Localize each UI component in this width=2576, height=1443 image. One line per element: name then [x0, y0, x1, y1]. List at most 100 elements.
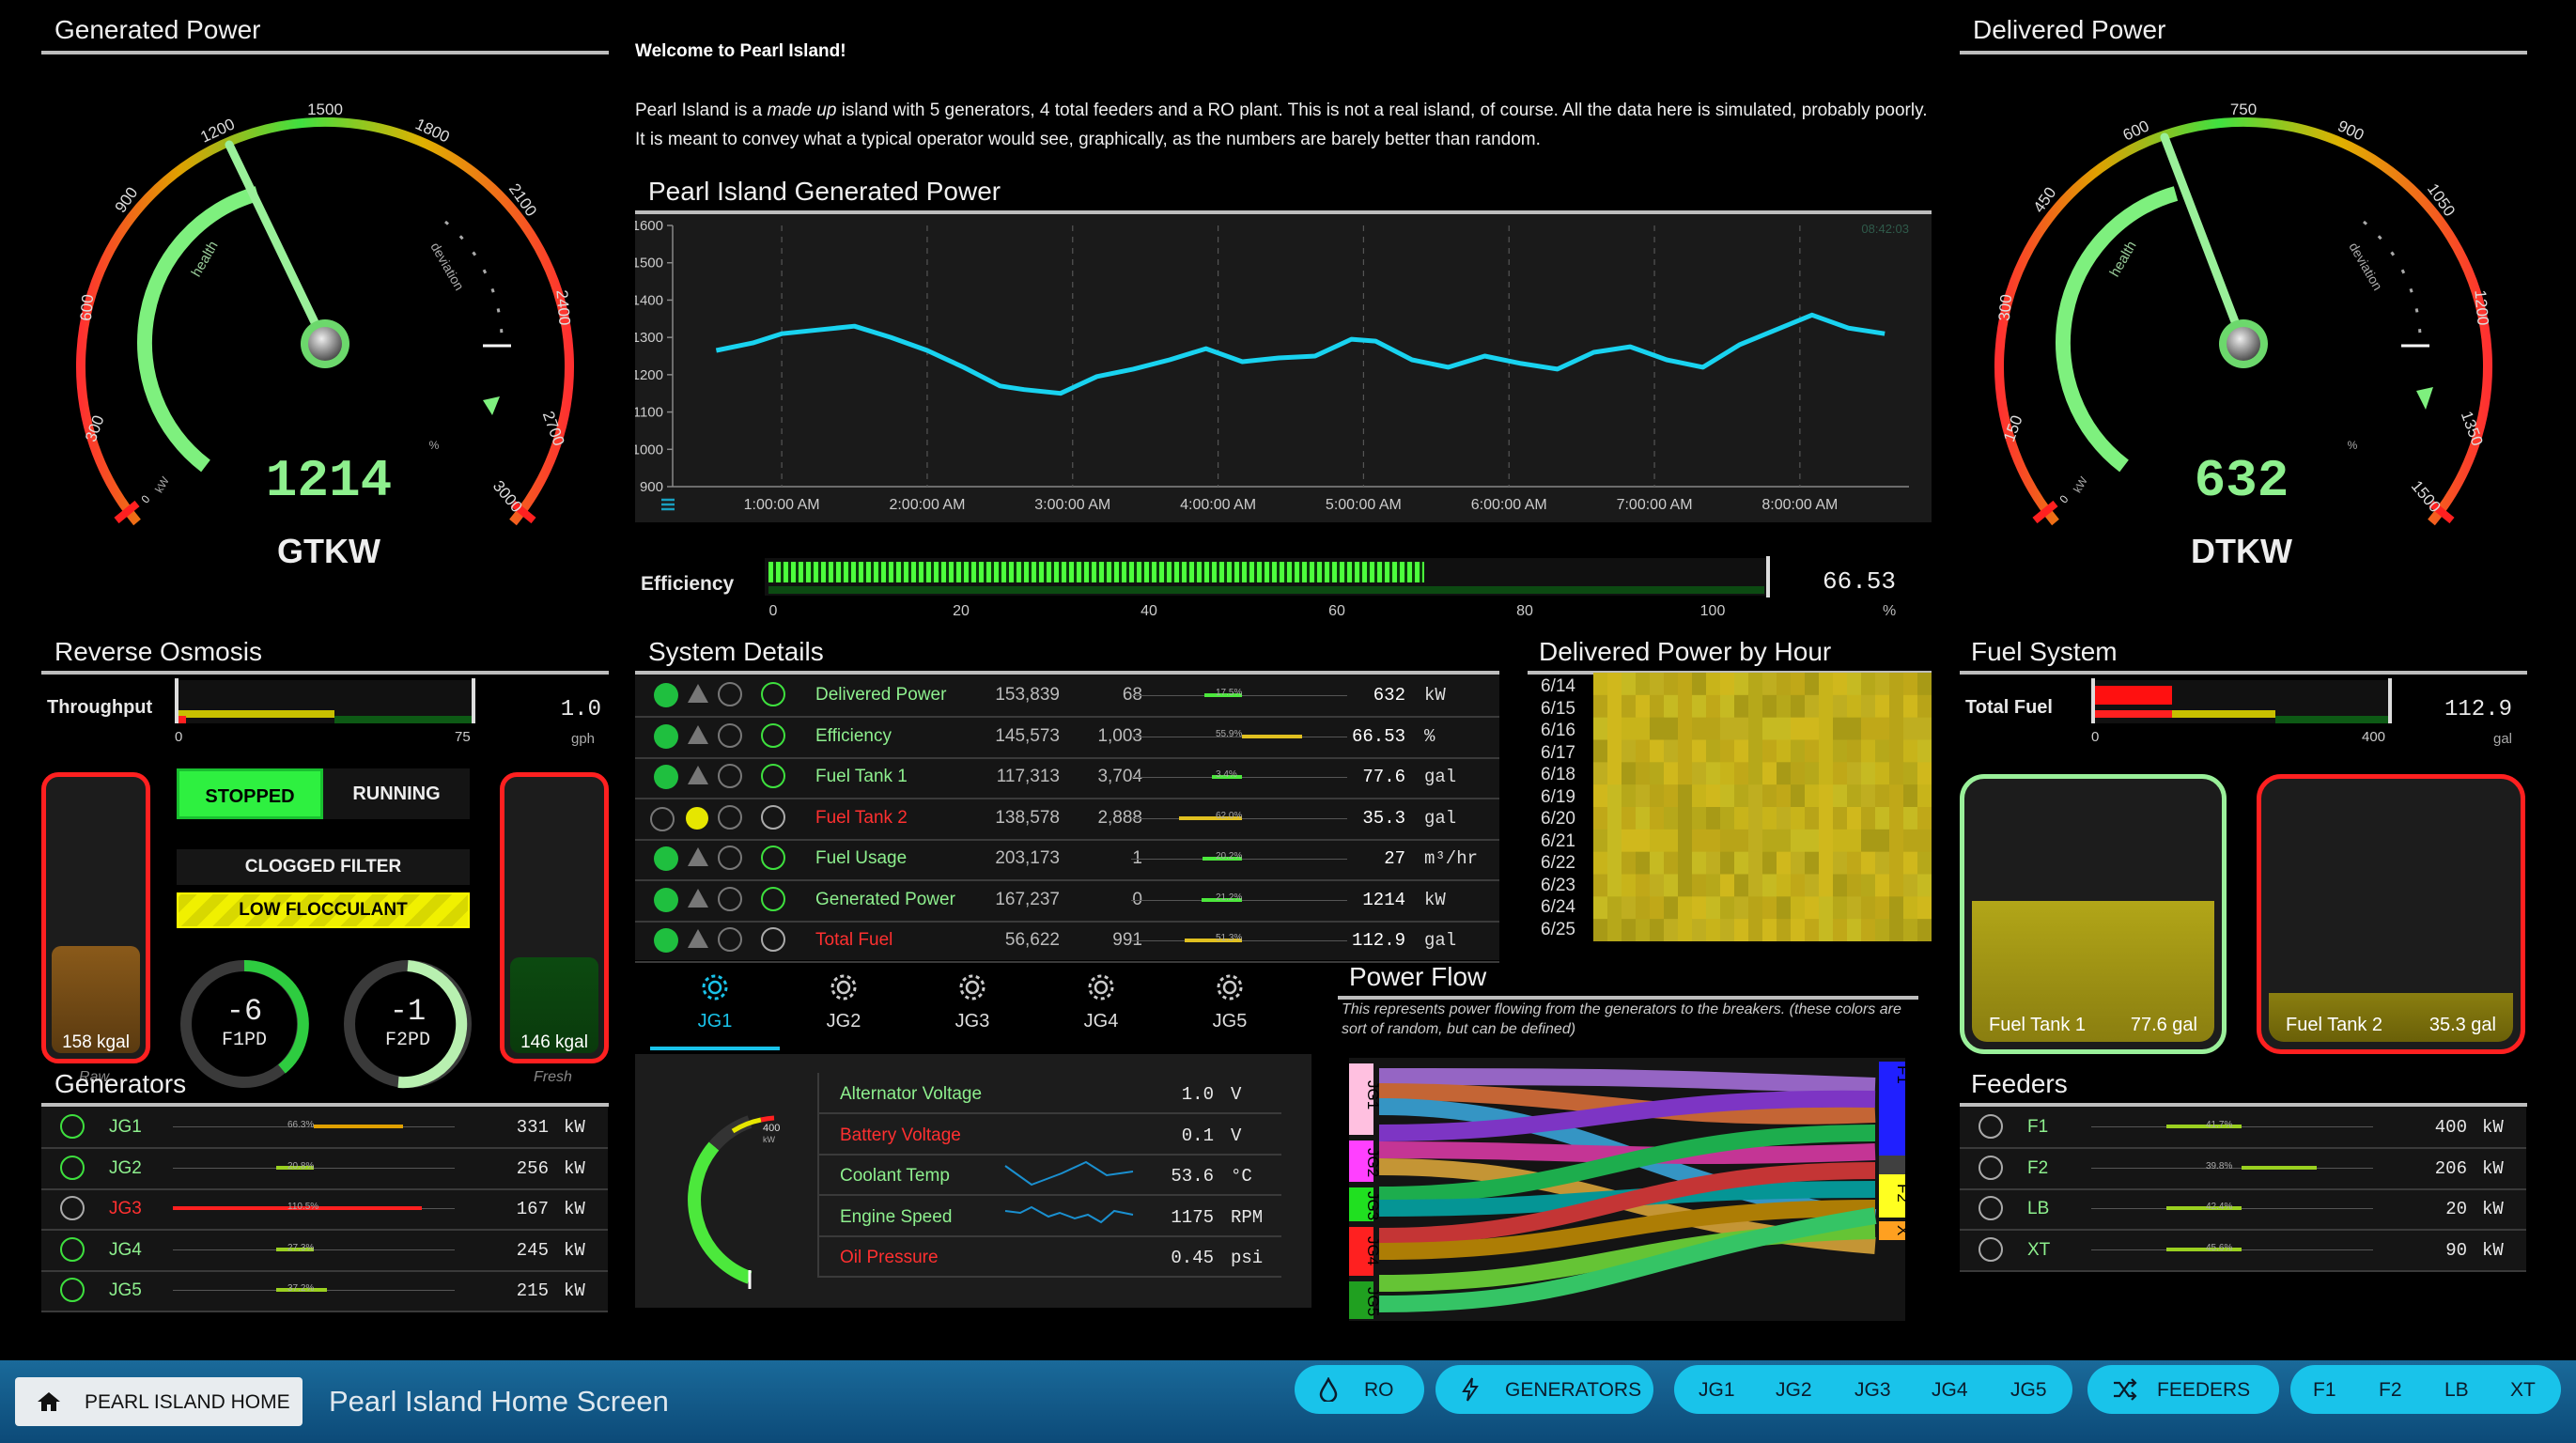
heatmap-cell: [1903, 694, 1918, 719]
generator-row[interactable]: JG5 37.2% 215 kW: [41, 1270, 608, 1312]
system-detail-row[interactable]: Fuel Tank 1 117,313 3,704 3.4% 77.6 gal: [635, 756, 1499, 799]
tab-jg4[interactable]: JG4: [1036, 962, 1166, 1048]
screen-title: Pearl Island Home Screen: [329, 1385, 669, 1418]
heatmap-cell: [1889, 762, 1904, 785]
heatmap-row-label: 6/21: [1541, 830, 1575, 851]
ok-status-icon[interactable]: [654, 723, 678, 749]
heatmap-cell: [1875, 694, 1890, 719]
tab-jg1[interactable]: JG1: [650, 962, 780, 1048]
generator-load-pct: 27.3%: [287, 1242, 315, 1253]
row-unit: gal: [1424, 930, 1457, 951]
warning-icon[interactable]: [688, 888, 708, 908]
f1-pressure-label: F1PD: [221, 1030, 267, 1051]
nav-jg1[interactable]: JG1: [1699, 1379, 1735, 1402]
heatmap-cell: [1636, 829, 1651, 853]
generator-detail-row[interactable]: Alternator Voltage 1.0 V: [817, 1073, 1281, 1114]
generators-nav-button[interactable]: GENERATORS: [1435, 1365, 1653, 1414]
feeder-load-pct: 45.6%: [2206, 1242, 2233, 1253]
info-icon[interactable]: [718, 886, 742, 911]
nav-f1[interactable]: F1: [2313, 1379, 2336, 1402]
feeder-row[interactable]: LB 42.4% 20 kW: [1960, 1188, 2526, 1231]
generator-row[interactable]: JG2 20.8% 256 kW: [41, 1148, 608, 1190]
heatmap-cell: [1748, 829, 1763, 853]
heatmap-cell: [1607, 784, 1622, 808]
heatmap-cell: [1706, 739, 1721, 763]
nav-jg4[interactable]: JG4: [1932, 1379, 1968, 1402]
system-detail-row[interactable]: Delivered Power 153,839 68 17.5% 632 kW: [635, 675, 1499, 718]
warning-icon[interactable]: [688, 847, 708, 866]
ok-status-icon[interactable]: [654, 887, 678, 912]
system-detail-row[interactable]: Generated Power167,237021.2%1214kW: [635, 879, 1499, 923]
heatmap-cell: [1847, 739, 1862, 763]
ro-nav-button[interactable]: RO: [1295, 1365, 1424, 1414]
delivered-power-title: Delivered Power: [1973, 15, 2166, 44]
y-tick-label: 1400: [635, 292, 663, 308]
nav-xt[interactable]: XT: [2510, 1379, 2536, 1402]
info-icon[interactable]: [718, 846, 742, 870]
nav-jg3[interactable]: JG3: [1854, 1379, 1891, 1402]
info-icon[interactable]: [718, 927, 742, 952]
warning-icon[interactable]: [688, 766, 708, 784]
system-detail-row[interactable]: Fuel Usage203,173120.2%27m³/hr: [635, 838, 1499, 881]
heatmap-cell: [1805, 807, 1820, 830]
heatmap-cell: [1720, 694, 1735, 719]
ok-status-icon[interactable]: [654, 928, 678, 953]
heatmap-cell: [1889, 851, 1904, 875]
info-icon[interactable]: [718, 764, 742, 788]
tab-jg3[interactable]: JG3: [908, 962, 1037, 1048]
nav-jg2[interactable]: JG2: [1776, 1379, 1812, 1402]
generator-detail-row[interactable]: Battery Voltage 0.1 V: [817, 1113, 1281, 1156]
heatmap-cell: [1762, 896, 1777, 920]
nav-f2[interactable]: F2: [2379, 1379, 2402, 1402]
nav-jg5[interactable]: JG5: [2010, 1379, 2047, 1402]
row-unit: kW: [1424, 889, 1446, 910]
feeder-row[interactable]: XT 45.6% 90 kW: [1960, 1230, 2526, 1272]
row-name: Fuel Tank 1: [815, 767, 908, 786]
heatmap-cell: [1650, 762, 1665, 785]
system-detail-row[interactable]: Efficiency 145,573 1,003 55.9% 66.53%: [635, 716, 1499, 759]
info-icon[interactable]: [718, 804, 742, 830]
warning-icon[interactable]: [688, 724, 708, 744]
tab-jg2[interactable]: JG2: [779, 962, 908, 1048]
ok-status-icon[interactable]: [654, 846, 678, 871]
ok-status-icon[interactable]: [654, 765, 678, 789]
generator-detail-row[interactable]: Oil Pressure 0.45 psi: [817, 1236, 1281, 1278]
feeder-row[interactable]: F1 41.7% 400 kW: [1960, 1107, 2526, 1149]
heatmap-row-label: 6/22: [1541, 853, 1575, 873]
nav-lb[interactable]: LB: [2444, 1379, 2469, 1402]
heatmap-cell: [1762, 739, 1777, 763]
tab-jg5[interactable]: JG5: [1165, 962, 1295, 1048]
info-icon[interactable]: [718, 722, 742, 748]
thumb-icon[interactable]: [650, 806, 675, 831]
system-detail-row[interactable]: Total Fuel 56,622 991 51.3% 112.9 gal: [635, 920, 1499, 963]
info-icon[interactable]: [718, 682, 742, 706]
generator-detail-row[interactable]: Coolant Temp 53.6 °C: [817, 1155, 1281, 1196]
warning-icon[interactable]: [688, 929, 708, 948]
generator-row[interactable]: JG4 27.3% 245 kW: [41, 1230, 608, 1272]
generator-row[interactable]: JG1 66.3% 331 kW: [41, 1107, 608, 1149]
heatmap-cell: [1636, 717, 1651, 740]
running-button[interactable]: RUNNING: [323, 768, 470, 819]
detail-unit: V: [1231, 1084, 1242, 1105]
row-count-a: 117,313: [996, 767, 1060, 786]
warning-icon[interactable]: [688, 684, 708, 703]
feeders-list: F1 41.7% 400 kW F2 39.8% 206 kW LB 42.4% 20 kW XT 45.…: [1960, 1107, 2526, 1272]
detail-name: Battery Voltage: [840, 1125, 961, 1145]
feeders-nav-button[interactable]: FEEDERS: [2087, 1365, 2279, 1414]
generator-detail-row[interactable]: Engine Speed 1175 RPM: [817, 1195, 1281, 1237]
stopped-button[interactable]: STOPPED: [177, 768, 323, 819]
heatmap-cell: [1791, 807, 1806, 830]
heatmap-cell: [1706, 717, 1721, 740]
generator-row[interactable]: JG3 110.5% 167 kW: [41, 1188, 608, 1231]
system-detail-row[interactable]: Fuel Tank 2 138,578 2,888 62.0% 35.3 gal: [635, 798, 1499, 841]
x-tick-label: 4:00:00 AM: [1180, 497, 1256, 513]
warning-icon[interactable]: [686, 806, 708, 830]
heatmap-cell: [1805, 673, 1820, 696]
chart-menu-icon[interactable]: [661, 498, 675, 511]
feeder-row[interactable]: F2 39.8% 206 kW: [1960, 1148, 2526, 1190]
heatmap-cell: [1889, 739, 1904, 763]
home-button[interactable]: PEARL ISLAND HOME: [15, 1377, 303, 1426]
feeder-unit: kW: [2482, 1239, 2504, 1261]
detail-value: 1175: [1171, 1206, 1214, 1228]
ok-status-icon[interactable]: [654, 683, 678, 707]
